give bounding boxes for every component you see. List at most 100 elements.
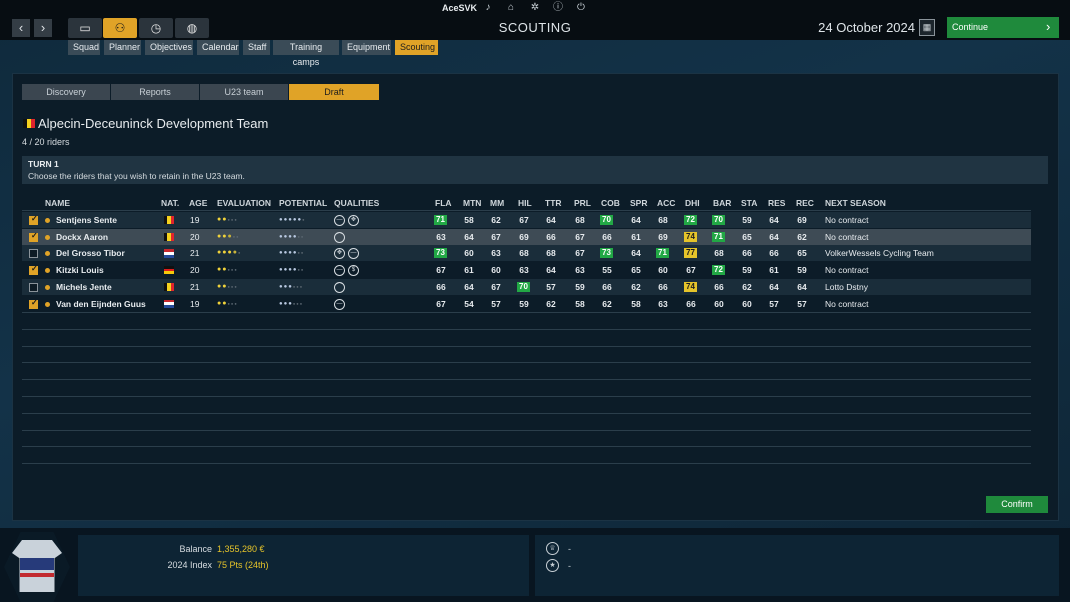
team-jersey-icon[interactable]: [12, 540, 62, 592]
rider-age: 21: [190, 281, 200, 292]
col-res[interactable]: RES: [768, 198, 785, 208]
retain-checkbox[interactable]: [29, 249, 38, 259]
rider-name[interactable]: Sentjens Sente: [56, 212, 117, 228]
stat-value: 66: [686, 298, 696, 309]
settings-icon[interactable]: ✲: [529, 2, 541, 14]
back-arrow-icon[interactable]: ‹: [12, 19, 30, 37]
col-cob[interactable]: COB: [601, 198, 620, 208]
hill-icon: ⌒: [334, 281, 345, 293]
rider-age: 19: [190, 215, 200, 225]
stopwatch-icon[interactable]: ◷: [139, 18, 173, 38]
confirm-button[interactable]: Confirm: [986, 496, 1048, 513]
col-mtn[interactable]: MTN: [463, 198, 481, 208]
rider-name[interactable]: Van den Eijnden Guus: [56, 296, 146, 312]
table-row[interactable]: Van den Eijnden Guus19●●●●●●●●●●●—675457…: [22, 296, 1031, 312]
table-row[interactable]: Sentjens Sente19●●●●●●●●●●●—✥71586267646…: [22, 212, 1031, 228]
tab-scouting[interactable]: Scouting: [395, 40, 438, 55]
col-fla[interactable]: FLA: [435, 198, 452, 208]
col-acc[interactable]: ACC: [657, 198, 675, 208]
stat-value: 70: [712, 215, 725, 225]
tab-staff[interactable]: Staff: [243, 40, 270, 55]
stat-value: 59: [742, 265, 752, 276]
col-prl[interactable]: PRL: [574, 198, 591, 208]
stat-value: 67: [436, 265, 446, 276]
stat-value: 58: [631, 298, 641, 309]
col-name[interactable]: NAME: [45, 198, 70, 208]
stat-value: 64: [631, 248, 641, 259]
tab-squad[interactable]: Squad: [68, 40, 100, 55]
table-row[interactable]: Michels Jente 21 ●●●●● ●●●●●● ⌒ 66 64 67 70 57 59 6…: [22, 278, 1031, 295]
globe-icon[interactable]: ◍: [175, 18, 209, 38]
potential-rating: ●●●●●●: [279, 217, 305, 223]
col-nat[interactable]: NAT.: [161, 198, 179, 208]
info-icon[interactable]: ⓘ: [552, 2, 564, 14]
cycling-team-icon[interactable]: ⚇: [103, 18, 137, 38]
forward-arrow-icon[interactable]: ›: [34, 19, 52, 37]
tab-objectives[interactable]: Objectives: [145, 40, 193, 55]
stat-value: 59: [575, 281, 585, 292]
col-evaluation[interactable]: EVALUATION: [217, 198, 271, 208]
col-dhi[interactable]: DHI: [685, 198, 700, 208]
calendar-icon[interactable]: ▦: [919, 19, 935, 36]
tab-reports[interactable]: Reports: [111, 84, 199, 100]
home-icon[interactable]: ⌂: [505, 2, 517, 14]
stat-value: 58: [464, 215, 474, 225]
col-next-season[interactable]: NEXT SEASON: [825, 198, 886, 208]
col-potential[interactable]: POTENTIAL: [279, 198, 327, 208]
tab-planner[interactable]: Planner: [104, 40, 141, 55]
username: AceSVK: [442, 3, 478, 13]
next-season: VolkerWessels Cycling Team: [825, 248, 934, 259]
stat-value: 69: [519, 231, 529, 242]
col-bar[interactable]: BAR: [713, 198, 731, 208]
rider-age: 20: [190, 265, 200, 276]
rider-name[interactable]: Michels Jente: [56, 279, 112, 295]
col-ttr[interactable]: TTR: [545, 198, 562, 208]
col-age[interactable]: AGE: [189, 198, 207, 208]
briefcase-icon[interactable]: ▭: [68, 18, 102, 38]
col-qualities[interactable]: QUALITIES: [334, 198, 379, 208]
rider-count: 4 / 20 riders: [22, 137, 70, 147]
tab-training-camps[interactable]: Training camps: [273, 40, 339, 67]
stat-value: 64: [546, 215, 556, 225]
tab-u23-team[interactable]: U23 team: [200, 84, 288, 100]
rider-name[interactable]: Kitzki Louis: [56, 262, 104, 278]
table-row[interactable]: Dockx Aaron20●●●●●●●●●●●⌒636467696667666…: [22, 228, 1031, 245]
retain-checkbox[interactable]: [29, 214, 38, 225]
potential-rating: ●●●●●●: [279, 283, 303, 290]
retain-checkbox[interactable]: [29, 282, 38, 292]
tab-equipment[interactable]: Equipment: [342, 40, 391, 55]
col-mm[interactable]: MM: [490, 198, 504, 208]
power-icon[interactable]: ⏻: [575, 2, 587, 14]
col-sta[interactable]: STA: [741, 198, 757, 208]
nationality-flag-icon: [164, 299, 174, 308]
stat-value: 66: [658, 281, 668, 292]
stat-value: 57: [491, 298, 501, 309]
col-rec[interactable]: REC: [796, 198, 814, 208]
stat-value: 67: [491, 231, 501, 242]
retain-checkbox[interactable]: [29, 231, 38, 242]
bell-icon[interactable]: ♪: [482, 2, 494, 14]
tab-draft[interactable]: Draft: [289, 84, 379, 100]
stat-value: 74: [684, 281, 697, 292]
tab-calendar[interactable]: Calendar: [197, 40, 239, 55]
retain-checkbox[interactable]: [29, 298, 38, 309]
index-label: 2024 Index: [167, 560, 212, 570]
stat-value: 71: [656, 248, 669, 259]
tab-discovery[interactable]: Discovery: [22, 84, 110, 100]
row-divider: [22, 412, 1031, 414]
continue-button[interactable]: Continue ›: [947, 17, 1059, 38]
evaluation-rating: ●●●●●: [217, 249, 241, 257]
nationality-flag-icon: [164, 282, 175, 291]
retain-checkbox[interactable]: [29, 264, 38, 276]
col-spr[interactable]: SPR: [630, 198, 647, 208]
rider-name[interactable]: Dockx Aaron: [56, 229, 108, 245]
table-row[interactable]: Del Grosso Tibor 21 ●●●●● ●●●●●● ✥ —73 60 63 68 6…: [22, 245, 1031, 262]
table-row[interactable]: Kitzki Louis20●●●●●●●●●●●—$6761606364635…: [22, 262, 1031, 278]
stat-value: 67: [436, 298, 446, 309]
stat-value: 64: [769, 231, 779, 242]
nationality-flag-icon: [164, 216, 175, 224]
col-hil[interactable]: HIL: [518, 198, 532, 208]
rider-name[interactable]: Del Grosso Tibor: [56, 245, 125, 261]
page-title: SCOUTING: [498, 20, 572, 35]
stat-value: 55: [602, 265, 612, 276]
